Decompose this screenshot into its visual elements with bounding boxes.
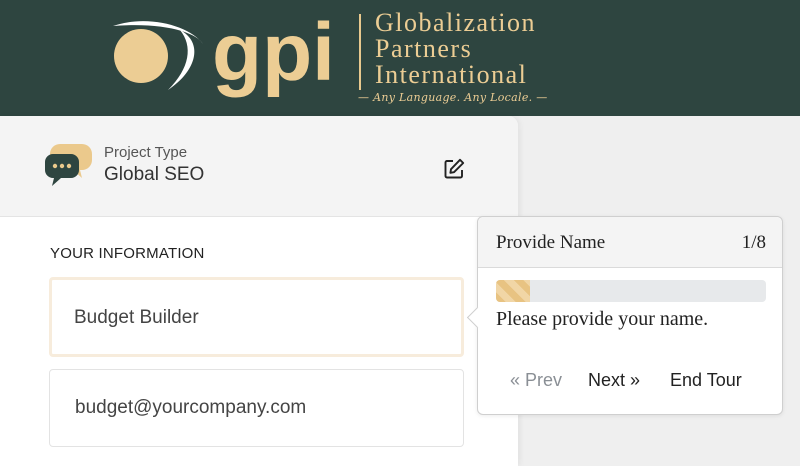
project-type-value: Global SEO bbox=[104, 164, 205, 185]
tour-progress-bar bbox=[496, 280, 766, 302]
tour-next-button[interactable]: Next » bbox=[588, 370, 640, 391]
project-type-label: Project Type bbox=[104, 144, 188, 161]
tour-progress-fill bbox=[496, 280, 530, 302]
section-heading: YOUR INFORMATION bbox=[50, 245, 205, 262]
project-type-card: Project Type Global SEO bbox=[0, 116, 518, 217]
tour-header: Provide Name 1/8 bbox=[478, 217, 782, 268]
tour-step-counter: 1/8 bbox=[741, 232, 766, 253]
gpi-logo[interactable]: gpi bbox=[108, 8, 348, 98]
edit-icon[interactable] bbox=[442, 157, 466, 181]
site-header: gpi Globalization Partners International… bbox=[0, 0, 800, 116]
chat-bubbles-icon bbox=[45, 144, 92, 186]
brand-name-line-1: Globalization bbox=[375, 8, 537, 37]
brand-name-line-2: Partners bbox=[375, 34, 473, 63]
tour-prev-button[interactable]: « Prev bbox=[510, 370, 562, 391]
brand-tagline: — Any Language. Any Locale. — bbox=[358, 91, 548, 104]
form-panel: Project Type Global SEO YOUR INFORMATION… bbox=[0, 116, 518, 466]
name-field[interactable]: Budget Builder bbox=[49, 277, 464, 357]
tour-popover: Provide Name 1/8 Please provide your nam… bbox=[466, 216, 783, 415]
tour-title: Provide Name bbox=[496, 232, 606, 253]
email-field[interactable]: budget@yourcompany.com bbox=[49, 369, 464, 447]
tour-end-button[interactable]: End Tour bbox=[670, 370, 742, 391]
logo-text: gpi bbox=[212, 8, 335, 98]
tour-message: Please provide your name. bbox=[496, 308, 709, 330]
logo-divider bbox=[359, 14, 361, 90]
brand-name-line-3: International bbox=[375, 60, 528, 89]
